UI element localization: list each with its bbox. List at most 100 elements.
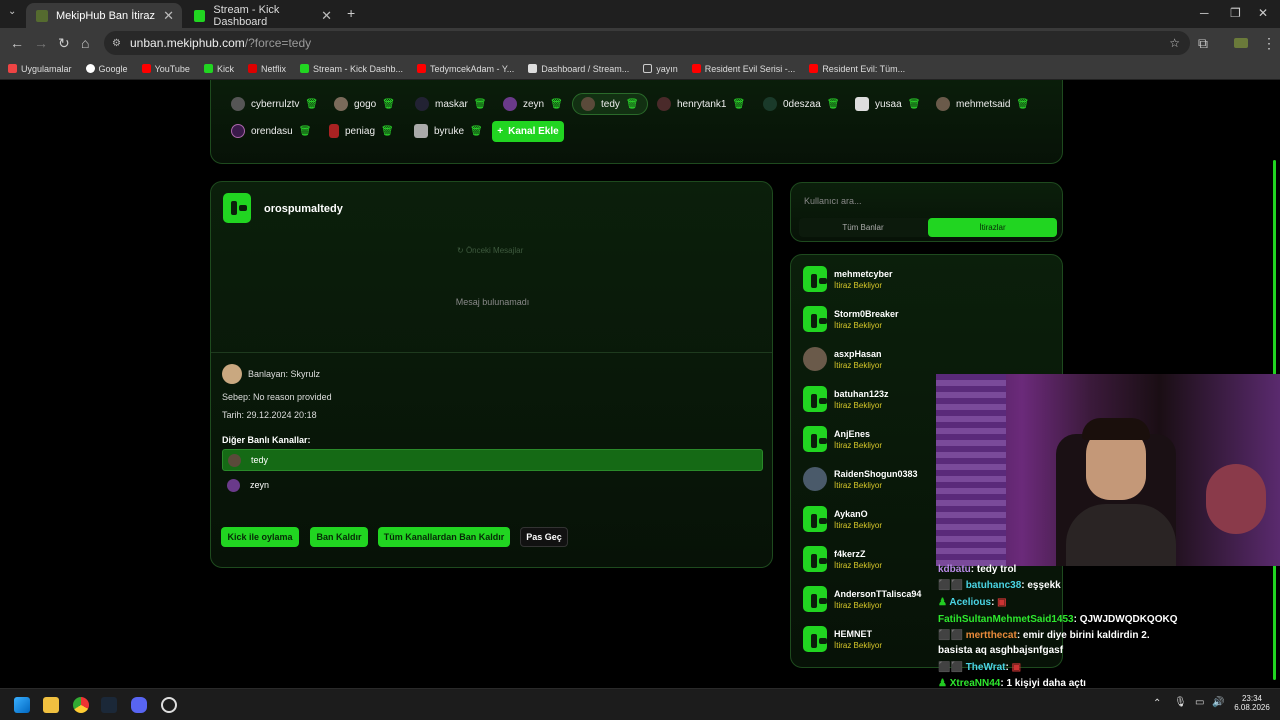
channel-chip[interactable]: cyberrulztv 🗑 (231, 93, 318, 115)
unban-button[interactable]: Ban Kaldır (310, 527, 368, 547)
bookmark-resident-evil-serisi[interactable]: Resident Evil Serisi -... (691, 64, 795, 74)
channel-chip[interactable]: maskar 🗑 (415, 93, 487, 115)
badges-icon: ⬛⬛ (938, 580, 966, 591)
list-item[interactable]: batuhan123z İtiraz Bekliyor (803, 383, 889, 415)
trash-icon[interactable]: 🗑 (381, 126, 394, 137)
streamer-hair (1082, 418, 1150, 440)
close-tab-icon[interactable]: ✕ (321, 8, 332, 24)
bookmark-resident-evil-tum[interactable]: Resident Evil: Tüm... (809, 64, 905, 74)
tab-search-icon[interactable]: ⌄ (8, 6, 16, 17)
bookmark-youtube[interactable]: YouTube (141, 64, 190, 74)
channel-chip[interactable]: henrytank1 🗑 (657, 93, 745, 115)
reload-icon[interactable]: ↻ (58, 35, 70, 52)
back-icon[interactable]: ← (10, 35, 24, 51)
channel-chip[interactable]: byruke 🗑 (414, 120, 483, 142)
trash-icon[interactable]: 🗑 (827, 99, 840, 110)
list-item[interactable]: mehmetcyber İtiraz Bekliyor (803, 263, 893, 295)
maximize-button[interactable]: ❐ (1230, 6, 1241, 20)
other-channel-row[interactable]: zeyn (222, 474, 763, 496)
trash-icon[interactable]: 🗑 (626, 99, 639, 110)
list-item[interactable]: f4kerzZ İtiraz Bekliyor (803, 543, 882, 575)
profile-icon[interactable] (1234, 38, 1248, 48)
list-item[interactable]: RaidenShogun0383 İtiraz Bekliyor (803, 463, 918, 495)
avatar (228, 453, 241, 467)
trash-icon[interactable]: 🗑 (908, 99, 921, 110)
minimize-button[interactable]: ─ (1200, 6, 1209, 20)
tab-mekiphub[interactable]: MekipHub Ban İtiraz ✕ (26, 3, 182, 28)
channel-chip-active[interactable]: tedy 🗑 (572, 93, 648, 115)
home-icon[interactable]: ⌂ (81, 35, 89, 51)
channel-chip[interactable]: orendasu 🗑 (231, 120, 311, 142)
list-item[interactable]: HEMNET İtiraz Bekliyor (803, 623, 882, 655)
channel-chip[interactable]: gogo 🗑 (334, 93, 395, 115)
channel-chip[interactable]: mehmetsaid 🗑 (936, 93, 1029, 115)
channel-chip[interactable]: 0deszaa 🗑 (763, 93, 840, 115)
trash-icon[interactable]: 🗑 (550, 99, 563, 110)
bookmark-kick[interactable]: Kick (203, 64, 234, 74)
network-icon[interactable]: ▭ (1195, 697, 1204, 708)
bookmark-kick-dashboard[interactable]: Stream - Kick Dashb... (299, 64, 403, 74)
trash-icon[interactable]: 🗑 (470, 126, 483, 137)
kick-vote-button[interactable]: Kick ile oylama (221, 527, 299, 547)
extensions-icon[interactable]: ⧉ (1198, 35, 1208, 52)
channel-name: tedy (251, 455, 269, 465)
list-item[interactable]: asxpHasan İtiraz Bekliyor (803, 343, 882, 375)
bookmark-youtube-channel[interactable]: TedymcekAdam - Y... (417, 64, 514, 74)
bookmark-netflix[interactable]: Netflix (247, 64, 286, 74)
add-channel-button[interactable]: + Kanal Ekle (492, 121, 564, 142)
forward-icon[interactable]: → (34, 35, 48, 51)
user-name: RaidenShogun0383 (834, 468, 918, 479)
previous-messages-link[interactable]: ↻ Önceki Mesajlar (457, 246, 523, 255)
trash-icon[interactable]: 🗑 (382, 99, 395, 110)
list-item[interactable]: AndersonTTalisca94 İtiraz Bekliyor (803, 583, 921, 615)
app-icon[interactable] (161, 697, 177, 713)
user-search-input[interactable]: Kullanıcı ara... (804, 196, 862, 206)
windows-taskbar: ⌃ 🎙 ▭ 🔊 23:34 6.08.2026 (0, 688, 1280, 720)
trash-icon[interactable]: 🗑 (1016, 99, 1029, 110)
start-icon[interactable] (14, 697, 30, 713)
close-tab-icon[interactable]: ✕ (163, 8, 174, 24)
channel-chip[interactable]: zeyn 🗑 (503, 93, 563, 115)
status-label: İtiraz Bekliyor (834, 320, 883, 330)
microphone-icon[interactable]: 🎙 (1174, 697, 1187, 708)
steam-icon[interactable] (101, 697, 117, 713)
trash-icon[interactable]: 🗑 (299, 126, 312, 137)
trash-icon[interactable]: 🗑 (474, 99, 487, 110)
mekiphub-favicon (36, 9, 48, 22)
bookmark-folder-yayin[interactable]: yayın (643, 64, 678, 74)
clock[interactable]: 23:34 6.08.2026 (1232, 694, 1272, 712)
tab-kick-dashboard[interactable]: Stream - Kick Dashboard ✕ (184, 3, 340, 28)
user-name: HEMNET (834, 628, 872, 639)
new-tab-button[interactable]: + (347, 5, 355, 21)
emote-icon: ▣ (1008, 662, 1022, 673)
channel-chip[interactable]: yusaa 🗑 (855, 93, 920, 115)
bookmark-star-icon[interactable]: ☆ (1169, 36, 1180, 50)
site-info-icon[interactable]: ⚙ (112, 38, 121, 49)
list-item[interactable]: AnjEnes İtiraz Bekliyor (803, 423, 882, 455)
list-item[interactable]: Storm0Breaker İtiraz Bekliyor (803, 303, 899, 335)
window-close-button[interactable]: ✕ (1258, 6, 1268, 20)
bookmark-dashboard-stream[interactable]: Dashboard / Stream... (528, 64, 629, 74)
bookmark-apps[interactable]: Uygulamalar (8, 64, 72, 74)
avatar (231, 97, 245, 111)
channel-chip[interactable]: peniag 🗑 (329, 120, 394, 142)
filter-appeals[interactable]: İtirazlar (928, 218, 1057, 237)
discord-icon[interactable] (131, 697, 147, 713)
user-name: AndersonTTalisca94 (834, 588, 922, 599)
address-bar[interactable]: ⚙ unban.mekiphub.com/?force=tedy ☆ (104, 31, 1190, 55)
tray-chevron-icon[interactable]: ⌃ (1153, 698, 1161, 709)
skip-button[interactable]: Pas Geç (520, 527, 568, 547)
file-explorer-icon[interactable] (43, 697, 59, 713)
kick-logo-icon (223, 193, 251, 223)
bookmark-google[interactable]: Google (85, 64, 128, 74)
volume-icon[interactable]: 🔊 (1212, 697, 1224, 708)
menu-icon[interactable]: ⋮ (1262, 35, 1276, 52)
trash-icon[interactable]: 🗑 (305, 99, 318, 110)
filter-all-bans[interactable]: Tüm Banlar (799, 218, 927, 237)
badge-icon: ♟ (938, 597, 950, 608)
trash-icon[interactable]: 🗑 (732, 99, 745, 110)
other-channel-row-active[interactable]: tedy (222, 449, 763, 471)
chrome-icon[interactable] (73, 697, 89, 713)
list-item[interactable]: AykanO İtiraz Bekliyor (803, 503, 882, 535)
unban-all-channels-button[interactable]: Tüm Kanallardan Ban Kaldır (378, 527, 510, 547)
